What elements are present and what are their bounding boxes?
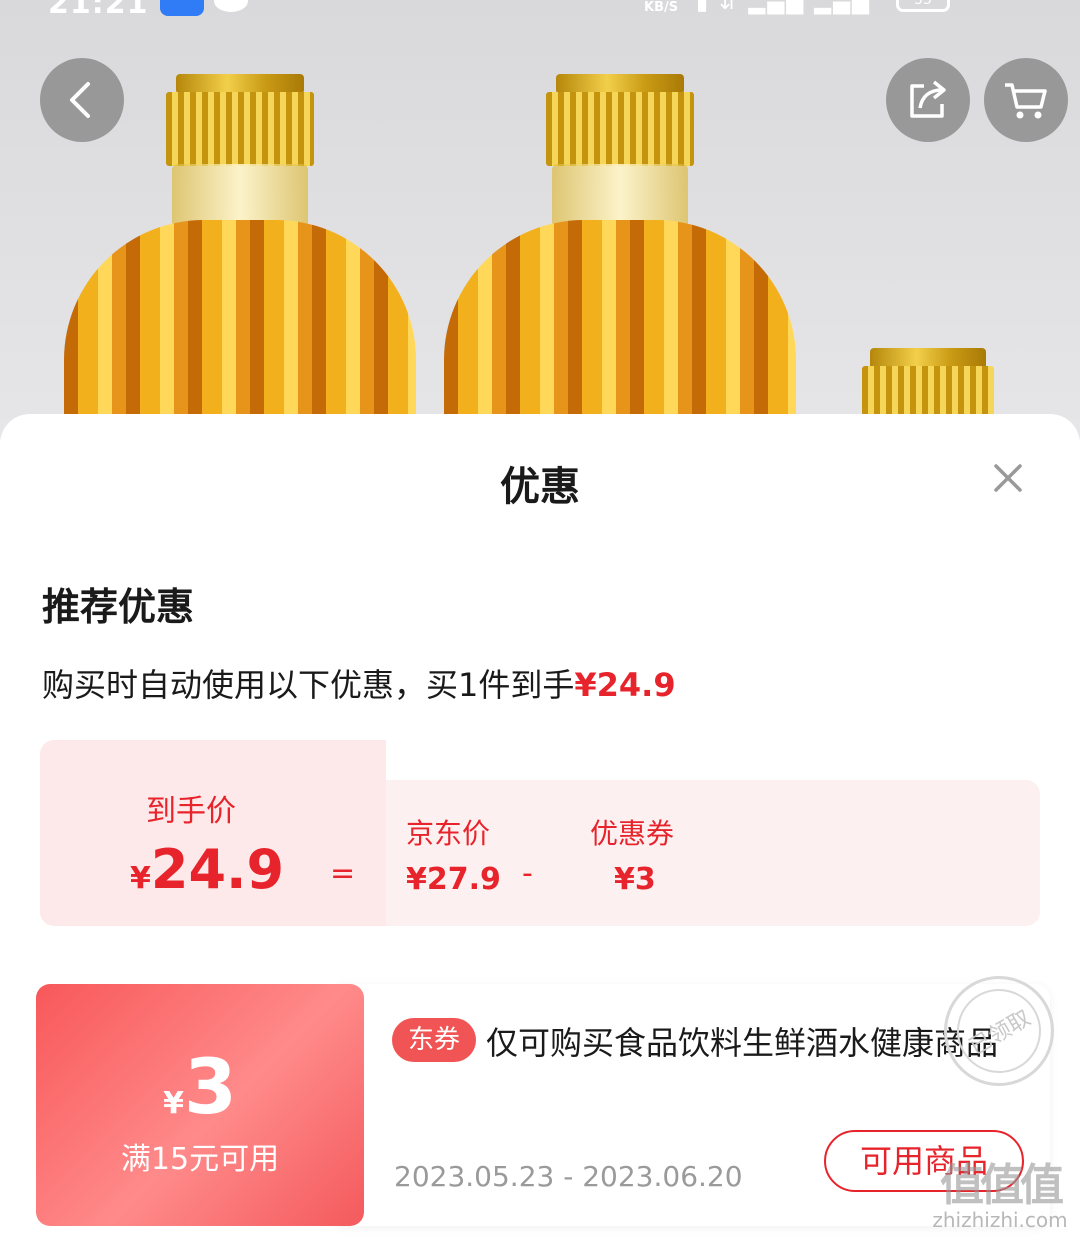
cart-icon	[1005, 83, 1047, 119]
recommend-description: 购买时自动使用以下优惠，买1件到手¥24.9	[42, 660, 676, 706]
discount-sheet: 优惠 推荐优惠 购买时自动使用以下优惠，买1件到手¥24.9 到手价 ¥24.9…	[0, 414, 1080, 1250]
close-icon	[994, 464, 1022, 492]
network-speed: KB/S	[644, 0, 679, 15]
recommend-text: 购买时自动使用以下优惠，买1件到手	[42, 666, 575, 704]
close-button[interactable]	[986, 456, 1030, 500]
status-bar: 21:21 KB/S ▮ ⇵ ▂▄▆ ▂▄▆ 55	[0, 0, 1080, 22]
share-icon	[910, 80, 946, 118]
chat-notification-icon	[214, 0, 248, 12]
coupon-number: 3	[183, 1042, 237, 1131]
jd-price-label: 京东价	[406, 817, 491, 850]
battery-icon: 55	[896, 0, 950, 12]
equals-sign: =	[330, 856, 356, 891]
price-breakdown-card: 到手价 ¥24.9 = 京东价 ¥27.9 - 优惠券 ¥3	[40, 740, 1040, 926]
jd-price-value: ¥27.9	[406, 862, 501, 897]
coupon-discount-value: ¥3	[614, 862, 656, 897]
share-button[interactable]	[886, 58, 970, 142]
coupon-description: 仅可购买食品饮料生鲜酒水健康商品	[486, 1024, 999, 1062]
coupon-discount-label: 优惠券	[590, 817, 675, 850]
final-price-currency: ¥	[130, 861, 151, 896]
final-price-value: ¥24.9	[130, 838, 284, 901]
cart-button[interactable]	[984, 58, 1068, 142]
app-notification-icon	[160, 0, 204, 16]
coupon-value-panel: ¥3 满15元可用	[36, 984, 364, 1226]
product-image[interactable]: 21:21 KB/S ▮ ⇵ ▂▄▆ ▂▄▆ 55	[0, 0, 1080, 440]
coupon-card[interactable]: ¥3 满15元可用 东券 仅可购买食品饮料生鲜酒水健康商品 2023.05.23…	[36, 955, 1075, 1226]
coupon-type-badge: 东券	[392, 1018, 476, 1062]
final-price-label: 到手价	[146, 794, 236, 829]
coupon-condition: 满15元可用	[120, 1142, 280, 1177]
final-price-number: 24.9	[150, 838, 285, 901]
status-time: 21:21	[48, 0, 149, 21]
coupon-amount: ¥3	[36, 1042, 364, 1131]
back-button[interactable]	[40, 58, 124, 142]
watermark-url: zhizhizhi.com	[932, 1208, 1068, 1232]
recommend-price: ¥24.9	[574, 666, 676, 704]
site-watermark: 值值值 zhizhizhi.com	[930, 1160, 1070, 1233]
watermark-logo: 值值值	[940, 1160, 1064, 1211]
recommend-title: 推荐优惠	[42, 585, 195, 629]
signal-icon: ▮ ⇵ ▂▄▆ ▂▄▆	[696, 0, 872, 15]
chevron-left-icon	[70, 82, 90, 118]
minus-sign: -	[522, 856, 533, 891]
coupon-currency: ¥	[163, 1086, 184, 1121]
oil-bottle-image	[430, 70, 810, 440]
coupon-validity: 2023.05.23 - 2023.06.20	[394, 1160, 743, 1193]
sheet-title: 优惠	[500, 464, 580, 510]
